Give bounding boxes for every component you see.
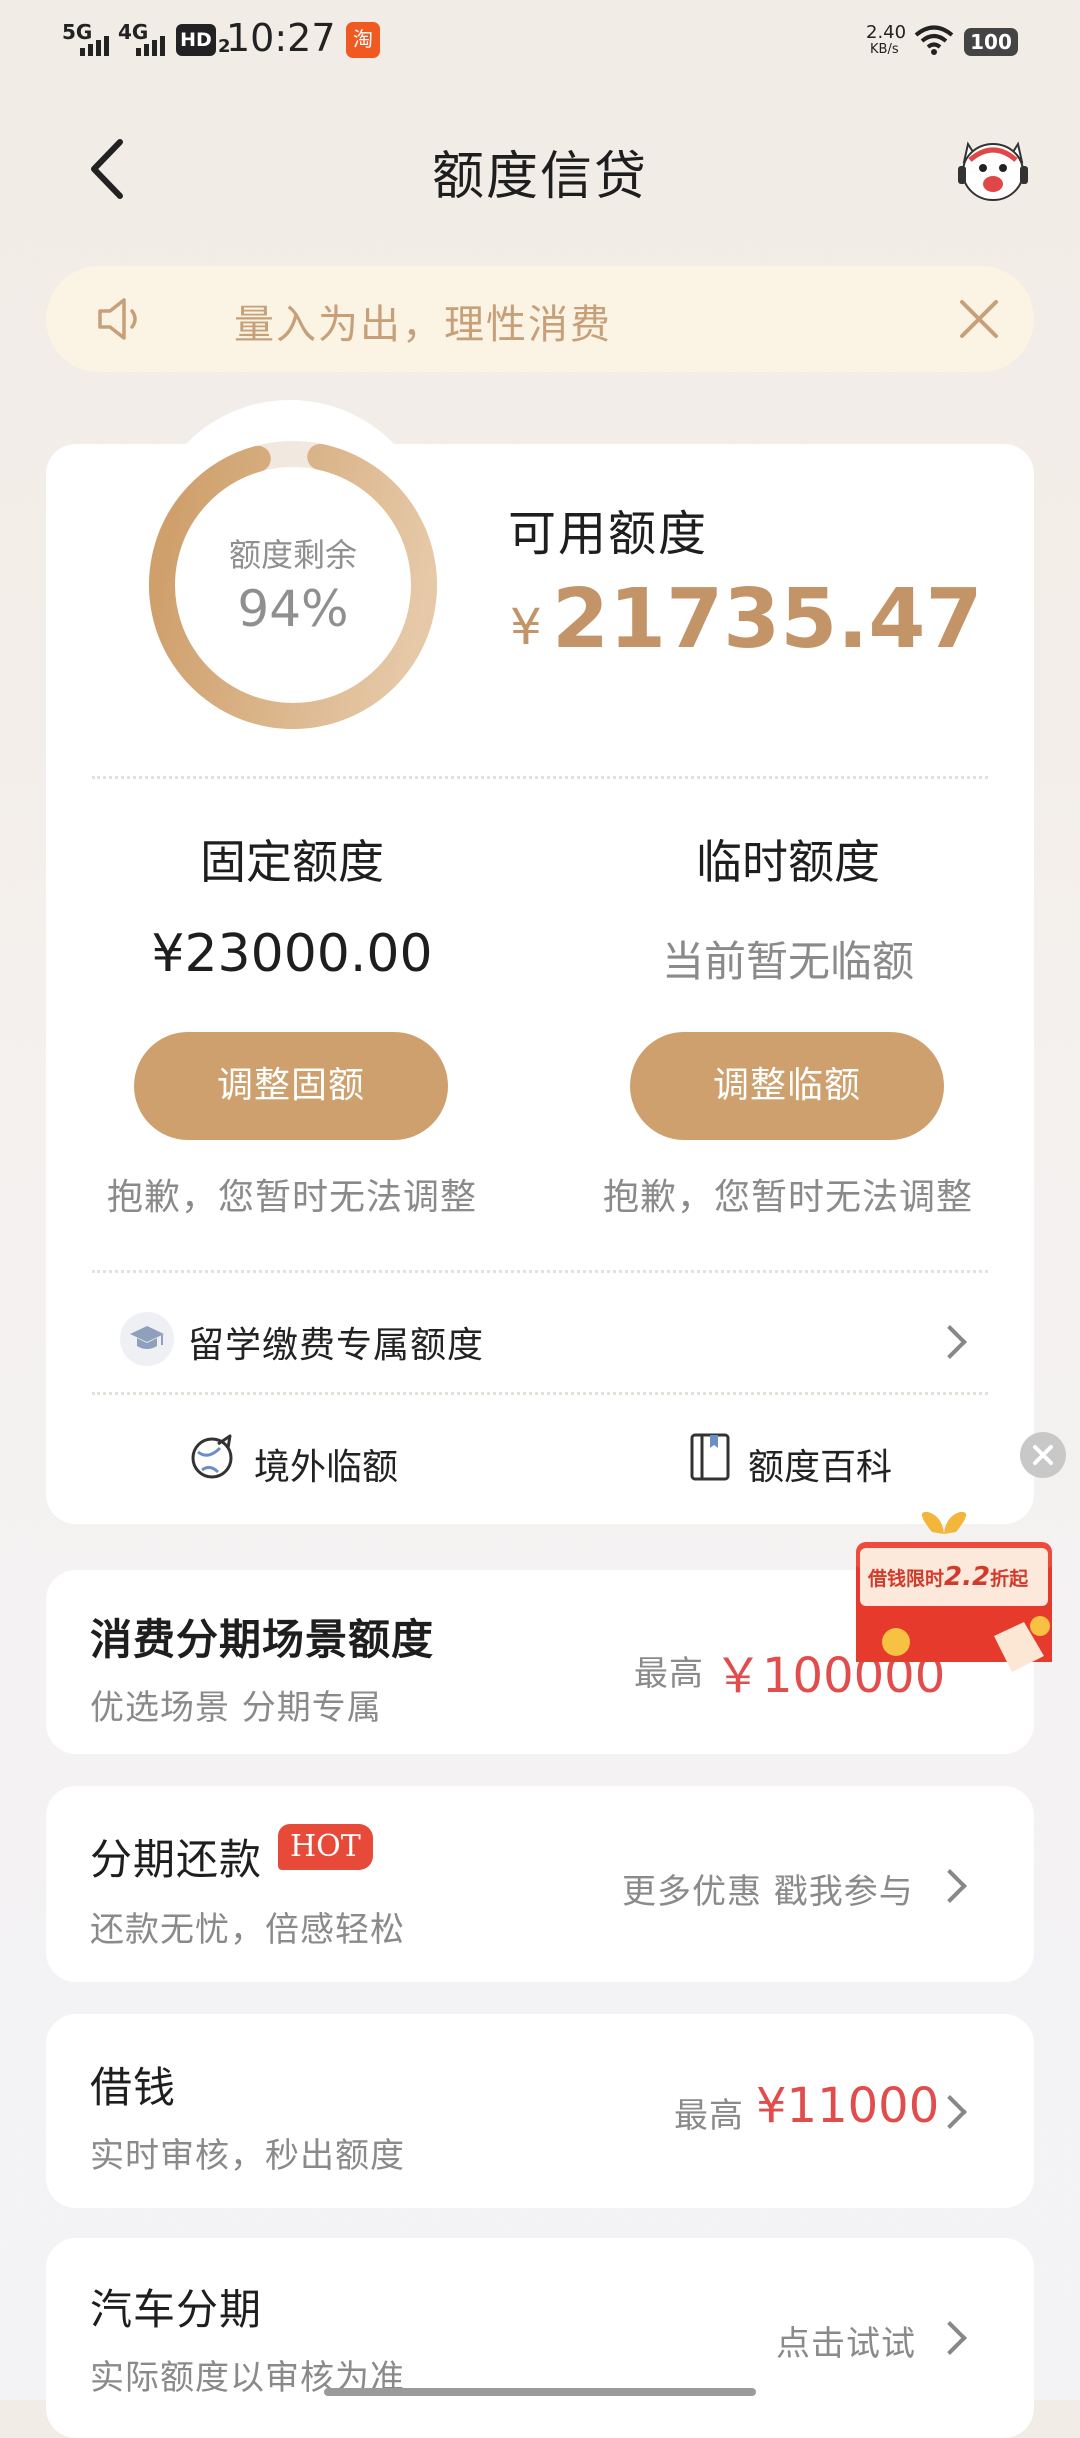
close-icon (1033, 1445, 1053, 1465)
borrow-max-amount: ¥11000 (756, 2078, 940, 2134)
study-abroad-label: 留学缴费专属额度 (188, 1325, 485, 1366)
promo-text: 借钱限时2.2折起 (868, 1562, 1029, 1592)
battery-indicator: 100 (964, 28, 1018, 56)
chevron-right-icon (933, 2321, 967, 2355)
borrow-max-prefix: 最高 (674, 2096, 744, 2136)
borrow-discount-promo[interactable]: 借钱限时2.2折起 (844, 1506, 1070, 1696)
notice-bar: 量入为出，理性消费 (46, 266, 1034, 372)
temp-credit-label: 临时额度 (696, 835, 880, 889)
adjust-temp-button[interactable]: 调整临额 (630, 1032, 944, 1140)
net-speed-value: 2.40 (866, 22, 907, 43)
consumer-installment-title: 消费分期场景额度 (90, 1615, 435, 1664)
car-try-text: 点击试试 (776, 2324, 916, 2364)
overseas-globe-icon (188, 1430, 238, 1488)
speaker-icon (96, 294, 150, 348)
adjust-fixed-button[interactable]: 调整固额 (134, 1032, 448, 1140)
hd-badge: HD (176, 24, 216, 56)
book-icon (688, 1432, 732, 1486)
installment-repayment-subtitle: 还款无忧，倍感轻松 (90, 1910, 405, 1950)
red-envelope-icon (856, 1511, 1052, 1672)
ring-percent: 94% (237, 580, 349, 638)
status-bar: 5G 4G HD 2 10:27 淘 2.40 KB/s 100 (0, 0, 1080, 84)
net-speed-unit: KB/s (870, 42, 899, 57)
taobao-app-icon: 淘 (346, 22, 380, 58)
divider (92, 1270, 988, 1273)
available-credit-amount: 21735.47 (552, 572, 983, 667)
installment-promo-text: 更多优惠 戳我参与 (622, 1872, 914, 1912)
promo-close-button[interactable] (1020, 1432, 1066, 1478)
overseas-temp-credit-button[interactable]: 境外临额 (180, 1424, 420, 1494)
divider (92, 776, 988, 779)
temp-adjust-note: 抱歉，您暂时无法调整 (602, 1177, 973, 1218)
borrow-title: 借钱 (90, 2063, 177, 2112)
notice-close-button[interactable] (956, 296, 1002, 342)
temp-credit-status: 当前暂无临额 (661, 937, 914, 986)
graduation-cap-icon (120, 1312, 174, 1366)
currency-symbol: ¥ (510, 598, 542, 656)
hot-badge: HOT (278, 1824, 373, 1870)
divider (92, 1392, 988, 1395)
overseas-temp-credit-label: 境外临额 (254, 1447, 399, 1488)
installment-repayment-card[interactable]: 分期还款 HOT 还款无忧，倍感轻松 更多优惠 戳我参与 (46, 1786, 1034, 1982)
chevron-right-icon (933, 1325, 967, 1359)
close-icon (960, 300, 998, 338)
signal-bars-icon (136, 34, 166, 60)
borrow-subtitle: 实时审核，秒出额度 (90, 2136, 405, 2176)
consumer-installment-subtitle: 优选场景 分期专属 (90, 1688, 382, 1728)
clock: 10:27 (226, 16, 336, 60)
credit-encyclopedia-label: 额度百科 (748, 1447, 893, 1488)
ring-label: 额度剩余 (228, 536, 357, 574)
borrow-card[interactable]: 借钱 实时审核，秒出额度 最高 ¥11000 (46, 2014, 1034, 2208)
notice-text: 量入为出，理性消费 (234, 302, 612, 348)
fixed-credit-amount: ¥23000.00 (151, 924, 433, 984)
car-installment-card[interactable]: 汽车分期 实际额度以审核为准 点击试试 (46, 2238, 1034, 2438)
page-title: 额度信贷 (431, 147, 648, 207)
credit-encyclopedia-button[interactable]: 额度百科 (680, 1424, 920, 1494)
wifi-icon (914, 24, 954, 60)
consumer-max-prefix: 最高 (634, 1654, 704, 1694)
signal-bars-icon (80, 34, 110, 60)
assistant-button[interactable] (956, 130, 1030, 206)
fixed-adjust-note: 抱歉，您暂时无法调整 (106, 1177, 477, 1218)
fixed-credit-label: 固定额度 (200, 835, 384, 889)
home-indicator (324, 2388, 756, 2396)
chevron-right-icon (933, 1869, 967, 1903)
installment-repayment-title: 分期还款 (90, 1835, 263, 1884)
available-credit-label: 可用额度 (508, 506, 709, 562)
car-installment-title: 汽车分期 (90, 2285, 263, 2334)
assistant-mascot-icon (958, 141, 1028, 201)
study-abroad-credit-row[interactable]: 留学缴费专属额度 (92, 1300, 992, 1380)
